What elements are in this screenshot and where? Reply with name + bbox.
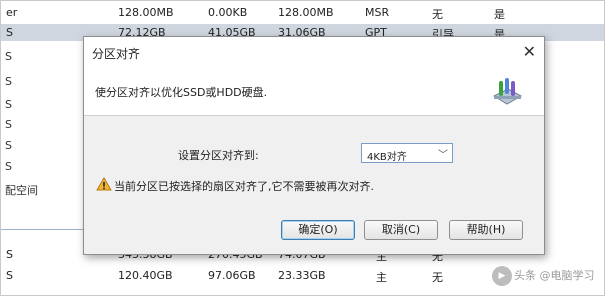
dialog-body: 设置分区对齐到: 4KB对齐 ﹀ 当前分区已按选择的扇区对齐了,它不需要被再次对… — [84, 116, 544, 254]
dialog-titlebar[interactable]: 分区对齐 ✕ — [84, 37, 544, 67]
partition-align-dialog: 分区对齐 ✕ 使分区对齐以优化SSD或HDD硬盘. 设置分区对齐到: 4KB对齐… — [83, 36, 545, 255]
warning-message: 当前分区已按选择的扇区对齐了,它不需要被再次对齐. — [114, 180, 374, 193]
used-cell: 0.00KB — [208, 6, 248, 19]
partition-name-cell: S — [6, 248, 13, 261]
dialog-description: 使分区对齐以优化SSD或HDD硬盘. — [95, 86, 268, 99]
cancel-button[interactable]: 取消(C) — [364, 220, 438, 240]
unused-cell: 23.33GB — [278, 269, 326, 282]
warning-icon — [96, 177, 112, 191]
dialog-title: 分区对齐 — [92, 47, 141, 61]
partition-name-cell: er — [6, 6, 18, 19]
unused-cell: 128.00MB — [278, 6, 334, 19]
disk-align-icon — [492, 78, 523, 105]
type-cell: 主 — [376, 271, 387, 284]
watermark-text: 头条 @电脑学习 — [514, 269, 595, 282]
ok-button[interactable]: 确定(O) — [281, 220, 355, 240]
type-cell: 无 — [432, 8, 443, 21]
dialog-header: 使分区对齐以优化SSD或HDD硬盘. — [84, 67, 544, 116]
close-icon[interactable]: ✕ — [523, 42, 536, 61]
capacity-cell: 128.00MB — [118, 6, 174, 19]
unallocated-space-label: 配空间 — [5, 184, 38, 197]
chevron-down-icon: ﹀ — [438, 150, 448, 161]
partition-fragment: S — [5, 160, 12, 173]
partition-fragment: S — [5, 75, 12, 88]
divider — [0, 229, 90, 230]
alignment-setting-label: 设置分区对齐到: — [178, 149, 259, 162]
partition-row[interactable]: er 128.00MB 0.00KB 128.00MB MSR 无 是 — [0, 4, 605, 21]
partition-fragment: S — [5, 50, 12, 63]
partition-fragment: S — [5, 139, 12, 152]
partition-name-cell: S — [6, 26, 13, 39]
partition-fragment: S — [5, 98, 12, 111]
status-cell: 是 — [494, 8, 505, 21]
alignment-select[interactable]: 4KB对齐 ﹀ — [361, 143, 453, 163]
filesystem-cell: MSR — [365, 6, 390, 19]
status-cell: 无 — [432, 271, 443, 284]
partition-fragment: S — [5, 118, 12, 131]
used-cell: 97.06GB — [208, 269, 256, 282]
watermark: ▶ 头条 @电脑学习 — [492, 266, 595, 286]
alignment-select-value: 4KB对齐 — [367, 152, 407, 163]
partition-name-cell: S — [6, 269, 13, 282]
help-button[interactable]: 帮助(H) — [449, 220, 523, 240]
capacity-cell: 120.40GB — [118, 269, 173, 282]
watermark-logo-icon: ▶ — [492, 266, 512, 286]
